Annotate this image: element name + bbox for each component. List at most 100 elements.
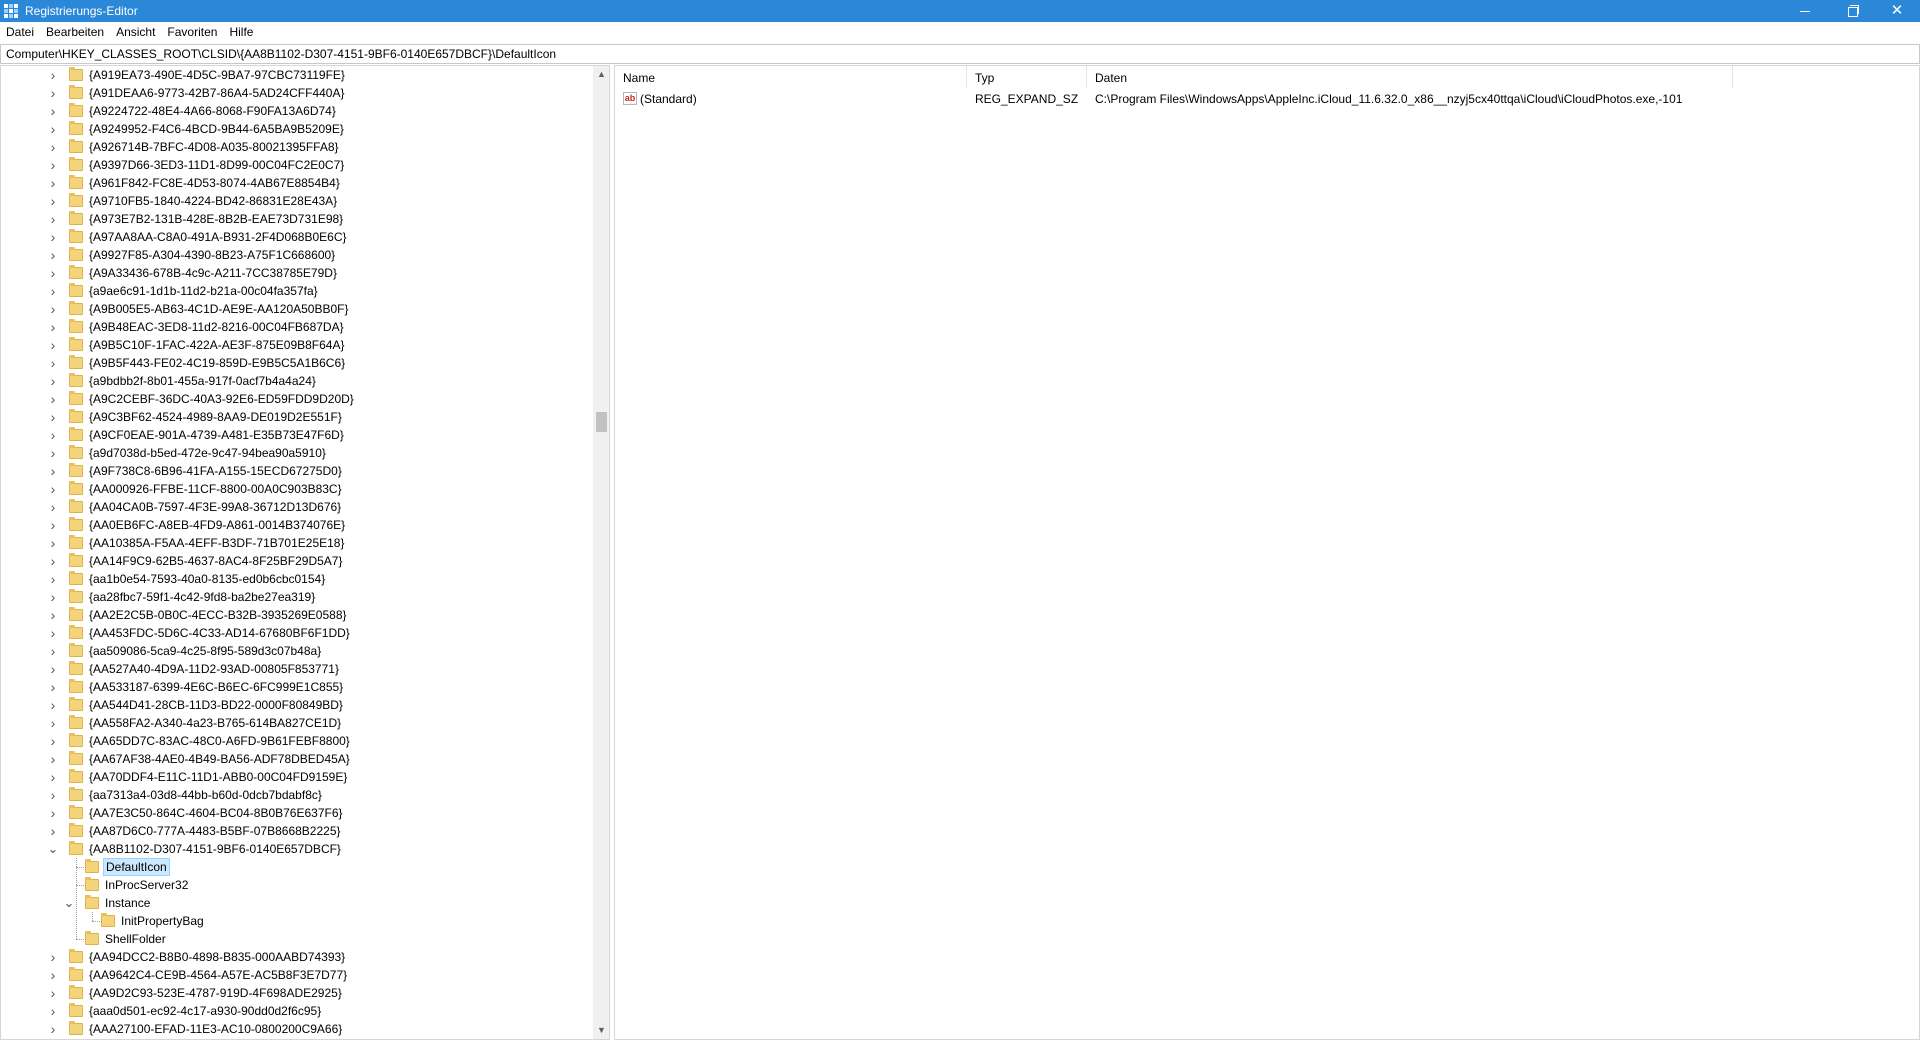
tree-key[interactable]: › {aa509086-5ca9-4c25-8f95-589d3c07b48a} [1,642,593,660]
tree-key[interactable]: › {A9249952-F4C6-4BCD-9B44-6A5BA9B5209E} [1,120,593,138]
expand-chevron-icon[interactable]: › [47,66,59,84]
tree-key[interactable]: › {A9397D66-3ED3-11D1-8D99-00C04FC2E0C7} [1,156,593,174]
expand-chevron-icon[interactable]: › [47,570,59,588]
tree-key-instance[interactable]: ⌄ Instance [1,894,593,912]
expand-chevron-icon[interactable]: › [47,408,59,426]
close-button[interactable]: ✕ [1874,0,1920,22]
expand-chevron-icon[interactable]: › [47,714,59,732]
expand-chevron-icon[interactable]: › [47,1020,59,1038]
tree-key[interactable]: › {AA9642C4-CE9B-4564-A57E-AC5B8F3E7D77} [1,966,593,984]
expand-chevron-icon[interactable]: › [47,174,59,192]
tree-key[interactable]: › {AA14F9C9-62B5-4637-8AC4-8F25BF29D5A7} [1,552,593,570]
expand-chevron-icon[interactable]: › [47,300,59,318]
column-header-type[interactable]: Typ [967,66,1087,88]
tree-key[interactable]: › {A9B5C10F-1FAC-422A-AE3F-875E09B8F64A} [1,336,593,354]
tree-key[interactable]: › {AA9D2C93-523E-4787-919D-4F698ADE2925} [1,984,593,1002]
menu-ansicht[interactable]: Ansicht [110,22,161,42]
expand-chevron-icon[interactable]: › [47,984,59,1002]
expand-chevron-icon[interactable]: › [47,192,59,210]
tree-key[interactable]: › {AAA27100-EFAD-11E3-AC10-0800200C9A66} [1,1020,593,1038]
expand-chevron-icon[interactable]: › [47,462,59,480]
expand-chevron-icon[interactable]: › [47,372,59,390]
scroll-up-arrow-icon[interactable]: ▲ [593,66,609,83]
collapse-chevron-icon[interactable]: ⌄ [47,840,59,858]
tree-key[interactable]: › {A9B5F443-FE02-4C19-859D-E9B5C5A1B6C6} [1,354,593,372]
tree-key[interactable]: › {A9710FB5-1840-4224-BD42-86831E28E43A} [1,192,593,210]
tree-key-initpropertybag[interactable]: InitPropertyBag [1,912,593,930]
expand-chevron-icon[interactable]: › [47,552,59,570]
tree-key[interactable]: › {AA65DD7C-83AC-48C0-A6FD-9B61FEBF8800} [1,732,593,750]
expand-chevron-icon[interactable]: › [47,750,59,768]
tree-key[interactable]: › {aaa0d501-ec92-4c17-a930-90dd0d2f6c95} [1,1002,593,1020]
expand-chevron-icon[interactable]: › [47,102,59,120]
tree-key[interactable]: › {A9224722-48E4-4A66-8068-F90FA13A6D74} [1,102,593,120]
expand-chevron-icon[interactable]: › [47,822,59,840]
tree-key-defaulticon[interactable]: DefaultIcon [1,858,593,876]
tree-key[interactable]: › {A91DEAA6-9773-42B7-86A4-5AD24CFF440A} [1,84,593,102]
tree-key[interactable]: › {AA2E2C5B-0B0C-4ECC-B32B-3935269E0588} [1,606,593,624]
tree-key[interactable]: › {A9C2CEBF-36DC-40A3-92E6-ED59FDD9D20D} [1,390,593,408]
expand-chevron-icon[interactable]: › [47,732,59,750]
tree-key[interactable]: › {a9d7038d-b5ed-472e-9c47-94bea90a5910} [1,444,593,462]
tree-key[interactable]: › {A926714B-7BFC-4D08-A035-80021395FFA8} [1,138,593,156]
expand-chevron-icon[interactable]: › [47,138,59,156]
menu-datei[interactable]: Datei [0,22,40,42]
expand-chevron-icon[interactable]: › [47,318,59,336]
tree-key[interactable]: › {A9C3BF62-4524-4989-8AA9-DE019D2E551F} [1,408,593,426]
tree-key[interactable]: › {aa28fbc7-59f1-4c42-9fd8-ba2be27ea319} [1,588,593,606]
expand-chevron-icon[interactable]: › [47,966,59,984]
tree-key[interactable]: › {A961F842-FC8E-4D53-8074-4AB67E8854B4} [1,174,593,192]
expand-chevron-icon[interactable]: › [47,264,59,282]
tree-key[interactable]: › {AA67AF38-4AE0-4B49-BA56-ADF78DBED45A} [1,750,593,768]
expand-chevron-icon[interactable]: › [47,624,59,642]
restore-button[interactable] [1828,0,1874,22]
value-row[interactable]: ab (Standard) REG_EXPAND_SZ C:\Program Fi… [615,90,1887,108]
expand-chevron-icon[interactable]: › [47,678,59,696]
tree-key[interactable]: › {AA0EB6FC-A8EB-4FD9-A861-0014B374076E} [1,516,593,534]
expand-chevron-icon[interactable]: › [47,246,59,264]
tree-key[interactable]: › {AA94DCC2-B8B0-4898-B835-000AABD74393} [1,948,593,966]
expand-chevron-icon[interactable]: › [47,480,59,498]
tree-key[interactable]: › {A9B48EAC-3ED8-11d2-8216-00C04FB687DA} [1,318,593,336]
scroll-down-arrow-icon[interactable]: ▼ [593,1022,609,1039]
expand-chevron-icon[interactable]: › [47,534,59,552]
menu-favoriten[interactable]: Favoriten [161,22,223,42]
expand-chevron-icon[interactable]: › [47,282,59,300]
tree-key[interactable]: › {AA70DDF4-E11C-11D1-ABB0-00C04FD9159E} [1,768,593,786]
expand-chevron-icon[interactable]: › [47,588,59,606]
tree-scrollbar[interactable]: ▲ ▼ [593,66,609,1039]
tree-key[interactable]: › {A9F738C8-6B96-41FA-A155-15ECD67275D0} [1,462,593,480]
collapse-chevron-icon[interactable]: ⌄ [63,894,75,912]
menu-bearbeiten[interactable]: Bearbeiten [40,22,110,42]
expand-chevron-icon[interactable]: › [47,336,59,354]
column-header-name[interactable]: Name [615,66,967,88]
tree-key[interactable]: › {AA7E3C50-864C-4604-BC04-8B0B76E637F6} [1,804,593,822]
tree-key[interactable]: › {AA10385A-F5AA-4EFF-B3DF-71B701E25E18} [1,534,593,552]
minimize-button[interactable] [1782,0,1828,22]
tree-key[interactable]: › {AA000926-FFBE-11CF-8800-00A0C903B83C} [1,480,593,498]
expand-chevron-icon[interactable]: › [47,498,59,516]
column-header-data[interactable]: Daten [1087,66,1733,88]
expand-chevron-icon[interactable]: › [47,210,59,228]
tree-key[interactable]: › {AA527A40-4D9A-11D2-93AD-00805F853771} [1,660,593,678]
tree-key[interactable]: › {AA558FA2-A340-4a23-B765-614BA827CE1D} [1,714,593,732]
expand-chevron-icon[interactable]: › [47,768,59,786]
tree-key[interactable]: › {aa1b0e54-7593-40a0-8135-ed0b6cbc0154} [1,570,593,588]
expand-chevron-icon[interactable]: › [47,84,59,102]
menu-hilfe[interactable]: Hilfe [223,22,259,42]
tree-key-expanded[interactable]: ⌄ {AA8B1102-D307-4151-9BF6-0140E657DBCF} [1,840,593,858]
tree-key[interactable]: › {A9A33436-678B-4c9c-A211-7CC38785E79D} [1,264,593,282]
expand-chevron-icon[interactable]: › [47,120,59,138]
expand-chevron-icon[interactable]: › [47,426,59,444]
expand-chevron-icon[interactable]: › [47,1002,59,1020]
expand-chevron-icon[interactable]: › [47,948,59,966]
address-bar[interactable]: Computer\HKEY_CLASSES_ROOT\CLSID\{AA8B11… [0,44,1920,64]
expand-chevron-icon[interactable]: › [47,354,59,372]
tree-key[interactable]: › {AA544D41-28CB-11D3-BD22-0000F80849BD} [1,696,593,714]
tree-key[interactable]: › {A973E7B2-131B-428E-8B2B-EAE73D731E98} [1,210,593,228]
tree-key[interactable]: › {A97AA8AA-C8A0-491A-B931-2F4D068B0E6C} [1,228,593,246]
scroll-thumb[interactable] [596,412,607,432]
expand-chevron-icon[interactable]: › [47,228,59,246]
tree-key[interactable]: › {A9CF0EAE-901A-4739-A481-E35B73E47F6D} [1,426,593,444]
expand-chevron-icon[interactable]: › [47,516,59,534]
